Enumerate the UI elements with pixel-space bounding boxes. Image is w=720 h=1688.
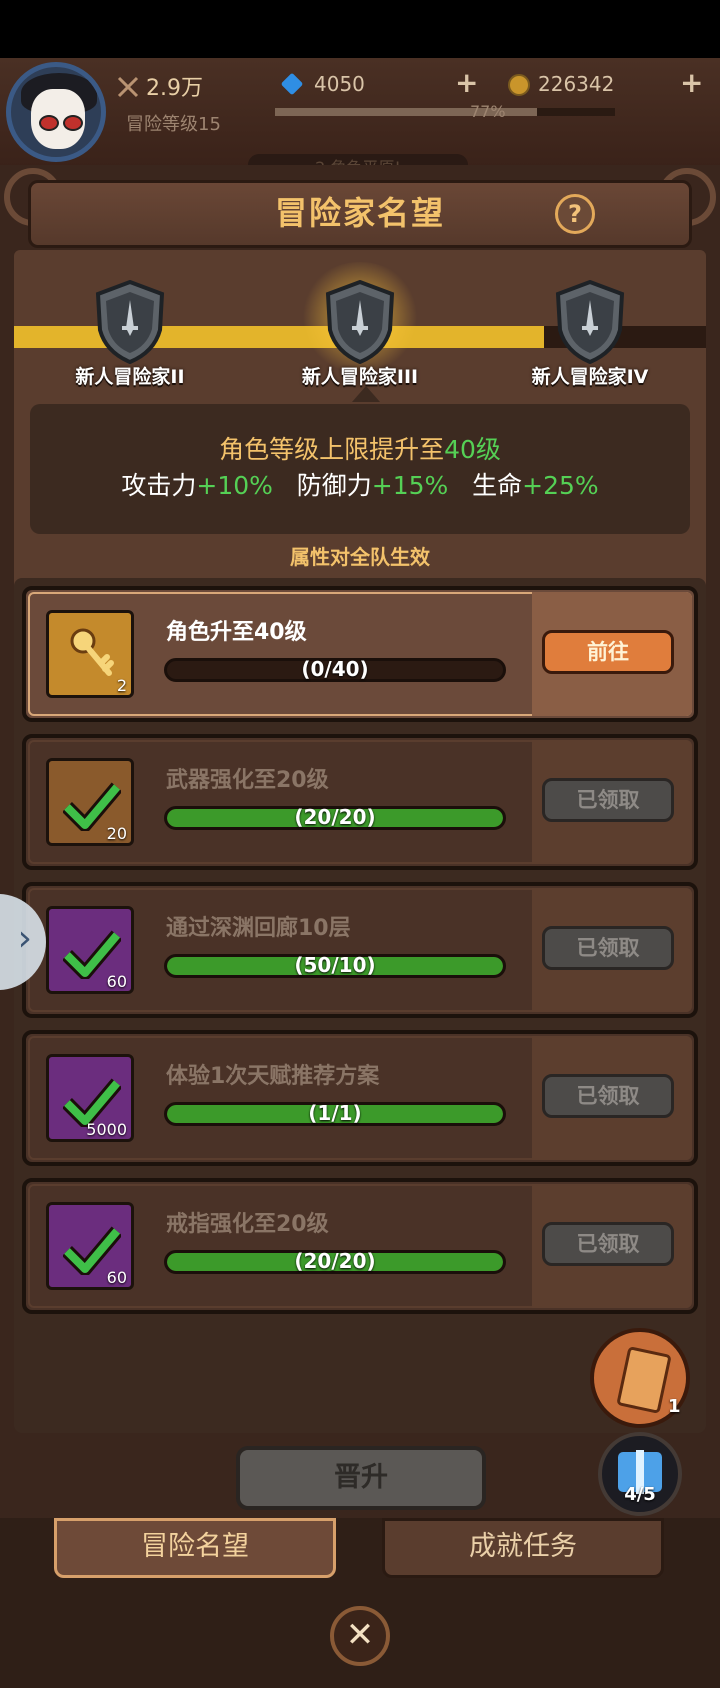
task-card: 60 戒指强化至20级 (20/20) 已领取: [22, 1178, 698, 1314]
coin-icon: [508, 74, 530, 96]
rank-pointer: [352, 386, 380, 402]
diamond-icon: [280, 72, 304, 96]
go-button[interactable]: 前往: [542, 630, 674, 674]
rank-label: 新人冒险家IV: [531, 366, 649, 388]
add-coins-button[interactable]: +: [680, 66, 703, 99]
promote-button[interactable]: 晋升: [236, 1446, 486, 1510]
tab-reputation[interactable]: 冒险名望: [54, 1518, 336, 1578]
help-button[interactable]: ?: [555, 194, 595, 234]
task-card: 20 武器强化至20级 (20/20) 已领取: [22, 734, 698, 870]
task-progress-text: (20/20): [294, 805, 376, 829]
stat-bonus-text: 攻击力+10% 防御力+15% 生命+25%: [121, 471, 599, 500]
player-avatar[interactable]: [6, 62, 106, 162]
level-cap-text: 角色等级上限提升至40级: [219, 435, 501, 464]
task-name: 通过深渊回廊10层: [166, 916, 351, 941]
coin-counter: 226342: [508, 72, 614, 96]
rank-node-ii[interactable]: 新人冒险家II: [30, 279, 230, 389]
task-card: 60 通过深渊回廊10层 (50/10) 已领取: [22, 882, 698, 1018]
add-gems-button[interactable]: +: [455, 66, 478, 99]
task-name: 武器强化至20级: [166, 768, 329, 793]
rank-label: 新人冒险家III: [301, 366, 419, 388]
gem-counter: 4050: [280, 72, 365, 96]
team-effect-note: 属性对全队生效: [290, 545, 430, 569]
tab-achievement[interactable]: 成就任务: [382, 1518, 664, 1578]
rank-node-iii[interactable]: 新人冒险家III: [260, 279, 460, 389]
rank-label: 新人冒险家II: [75, 366, 185, 388]
close-button[interactable]: ✕: [330, 1606, 390, 1666]
slime-reward-icon: 5000: [46, 1054, 134, 1142]
task-progress-text: (20/20): [294, 1249, 376, 1273]
shield-icon: [94, 279, 166, 365]
claimed-button[interactable]: 已领取: [542, 1074, 674, 1118]
task-name: 角色升至40级: [166, 620, 307, 645]
claimed-button[interactable]: 已领取: [542, 926, 674, 970]
weapon-reward-icon: 20: [46, 758, 134, 846]
shield-icon: [554, 279, 626, 365]
xp-bar: [275, 108, 615, 116]
xp-percent: 77%: [470, 102, 506, 121]
task-name: 体验1次天赋推荐方案: [166, 1064, 380, 1089]
task-progress-text: (0/40): [301, 657, 369, 681]
task-progress-text: (50/10): [294, 953, 376, 977]
task-progress-text: (1/1): [308, 1101, 362, 1125]
combat-power: 2.9万: [116, 70, 203, 102]
key-reward-icon: 2: [46, 610, 134, 698]
crossed-swords-icon: [116, 75, 140, 99]
gem-reward-icon: 60: [46, 906, 134, 994]
adventure-level: 冒险等级15: [126, 114, 221, 135]
rank-node-iv[interactable]: 新人冒险家IV: [490, 279, 690, 389]
task-name: 戒指强化至20级: [166, 1212, 329, 1237]
card-event-badge: 1: [668, 1396, 681, 1417]
card-icon: [616, 1346, 672, 1414]
page-title: 冒险家名望: [274, 194, 445, 232]
task-card: 2 角色升至40级 (0/40) 前往: [22, 586, 698, 722]
gift-count: 4/5: [624, 1484, 656, 1505]
gem-reward-icon: 60: [46, 1202, 134, 1290]
shield-icon: [324, 279, 396, 365]
task-card: 5000 体验1次天赋推荐方案 (1/1) 已领取: [22, 1030, 698, 1166]
claimed-button[interactable]: 已领取: [542, 778, 674, 822]
claimed-button[interactable]: 已领取: [542, 1222, 674, 1266]
